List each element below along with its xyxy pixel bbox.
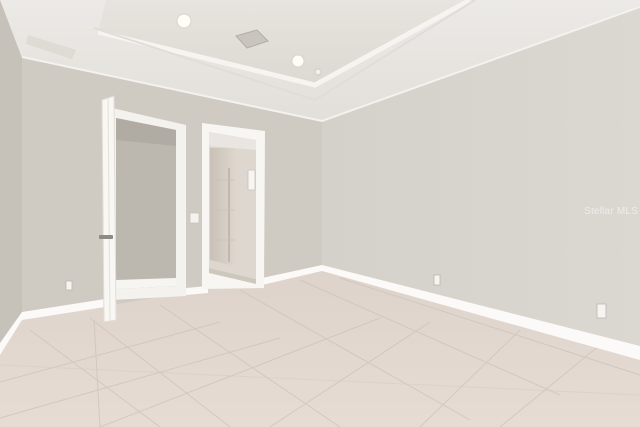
recessed-light-icon [176,13,192,29]
room-illustration [0,0,640,427]
recessed-light-icon [291,54,305,68]
room-photo: Stellar MLS [0,0,640,427]
door-handle [99,235,113,239]
closet-doorway [112,108,186,300]
left-wall [0,0,22,352]
wall-outlet [596,303,607,319]
wall-outlet [65,280,73,291]
bathroom-doorway [202,123,265,289]
wall-outlet [433,274,441,286]
light-switch [189,212,200,224]
recessed-light-icon [314,68,322,76]
